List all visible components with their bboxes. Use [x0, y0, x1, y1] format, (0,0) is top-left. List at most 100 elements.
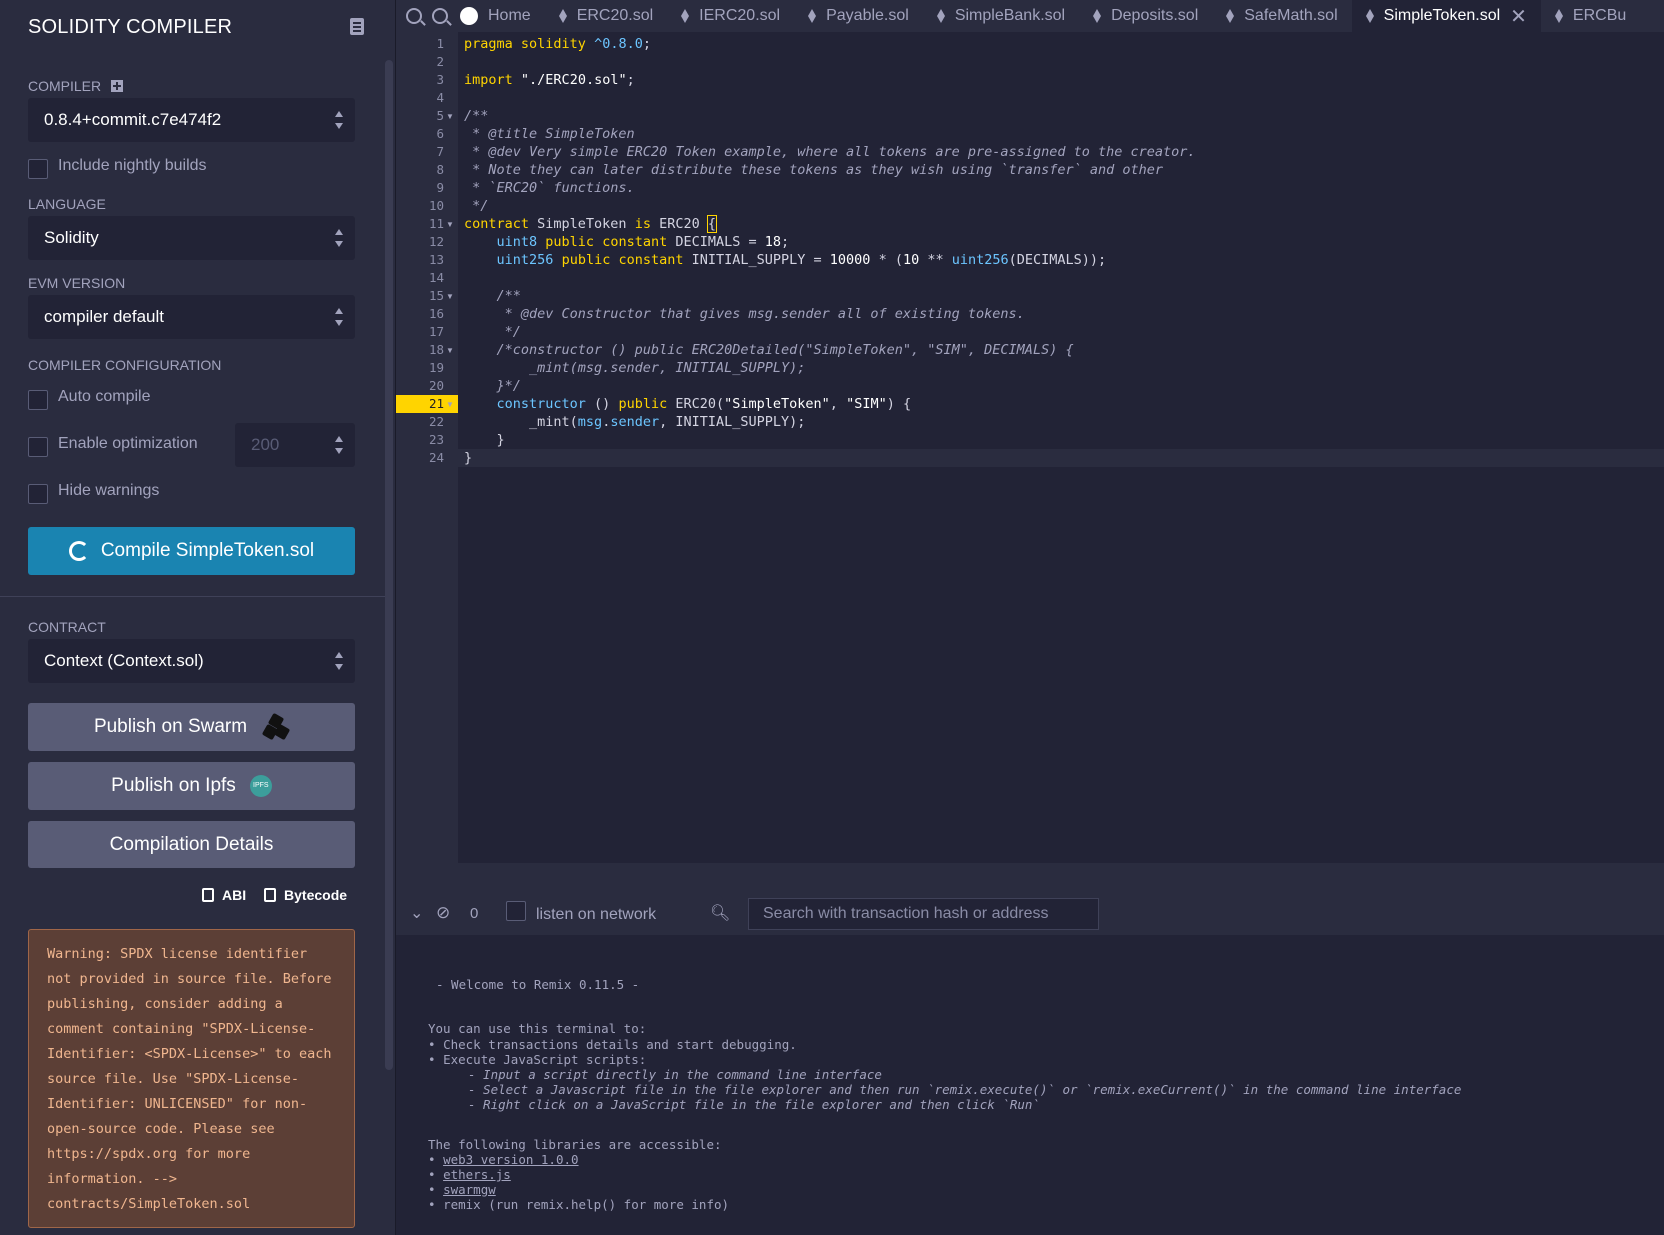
code-line: * `ERC20` functions. [464, 180, 635, 196]
panel-scrollbar[interactable] [385, 60, 393, 1070]
list-item: - Input a script directly in the command… [468, 1067, 882, 1082]
evm-version-select[interactable]: compiler default [28, 295, 355, 339]
publish-ipfs-button[interactable]: Publish on Ipfs IPFS [28, 762, 355, 810]
code-editor[interactable]: pragma solidity ^0.8.0; import "./ERC20.… [458, 32, 1664, 863]
line-number: 1 [436, 36, 444, 51]
tab-deposits[interactable]: Deposits.sol [1079, 0, 1212, 32]
terminal-search-input[interactable]: Search with transaction hash or address [748, 898, 1099, 930]
line-number: 18 [428, 342, 444, 357]
language-label: LANGUAGE [28, 196, 106, 212]
listen-network-label: listen on network [536, 906, 657, 923]
code-line: * @dev Constructor that gives msg.sender… [464, 306, 1025, 322]
compilation-details-button[interactable]: Compilation Details [28, 821, 355, 868]
publish-swarm-button[interactable]: Publish on Swarm [28, 703, 355, 751]
line-number: 11 [428, 216, 444, 231]
libraries-intro: The following libraries are accessible: [428, 1137, 722, 1152]
code-line: /** [464, 288, 521, 304]
line-number: 7 [436, 144, 444, 159]
line-number: 15 [428, 288, 444, 303]
optimization-runs-input[interactable]: 200 [235, 423, 355, 467]
line-number: 8 [436, 162, 444, 177]
compiler-config-label: COMPILER CONFIGURATION [28, 357, 222, 373]
tab-ierc20[interactable]: IERC20.sol [667, 0, 794, 32]
list-item: • Execute JavaScript scripts: [428, 1052, 647, 1067]
tab-simpletoken[interactable]: SimpleToken.sol ✕ [1351, 0, 1541, 32]
close-icon[interactable]: ✕ [1510, 4, 1527, 29]
listen-network-checkbox[interactable] [506, 901, 526, 921]
remix-ide: SOLIDITY COMPILER COMPILER 0.8.4+commit.… [0, 0, 1664, 1235]
tab-home[interactable]: Home [478, 0, 545, 32]
list-item: - Select a Javascript file in the file e… [468, 1082, 1462, 1097]
code-line: contract SimpleToken is ERC20 { [464, 215, 718, 233]
line-number: 17 [428, 324, 444, 339]
line-number-gutter: 1 2 3 4 5 ▼ 6 7 8 9 10 11 ▼ 12 13 14 15 ▼ 16 17 18 ▼ 19 20 21 ▼ 22… [396, 32, 458, 863]
list-item: • ethers.js [428, 1167, 511, 1182]
editor-tabs: Home ERC20.sol IERC20.sol Payable.sol Si… [396, 0, 1664, 32]
swarm-icon [261, 712, 291, 741]
current-line-highlight [458, 449, 1664, 467]
tab-simplebank[interactable]: SimpleBank.sol [923, 0, 1079, 32]
zoom-out-icon[interactable] [406, 8, 422, 24]
tab-payable[interactable]: Payable.sol [794, 0, 923, 32]
contract-select[interactable]: Context (Context.sol) [28, 639, 355, 683]
auto-compile-checkbox[interactable] [28, 390, 48, 410]
code-line: import "./ERC20.sol"; [464, 72, 635, 88]
line-number: 10 [428, 198, 444, 213]
code-line: uint256 public constant INITIAL_SUPPLY =… [496, 252, 1107, 268]
solidity-file-icon [1093, 9, 1102, 23]
documentation-icon[interactable] [350, 18, 364, 35]
select-arrows-icon [335, 111, 343, 129]
fold-arrow-icon[interactable]: ▼ [446, 292, 454, 301]
select-arrows-icon [335, 308, 343, 326]
fold-arrow-icon[interactable]: ▼ [446, 220, 454, 229]
solidity-file-icon [558, 9, 567, 23]
line-number: 22 [428, 414, 444, 429]
code-line: pragma solidity ^0.8.0; [464, 36, 651, 52]
list-item: • web3 version 1.0.0 [428, 1152, 579, 1167]
line-number: 19 [428, 360, 444, 375]
compiler-version-select[interactable]: 0.8.4+commit.c7e474f2 [28, 98, 355, 142]
web3-link[interactable]: web3 version 1.0.0 [443, 1152, 578, 1167]
clear-console-icon[interactable]: ⊘ [436, 903, 450, 923]
add-compiler-icon[interactable] [111, 80, 124, 92]
divider [0, 596, 386, 597]
tab-ercbu[interactable]: ERCBu [1541, 0, 1640, 32]
line-number: 16 [428, 306, 444, 321]
line-number: 6 [436, 126, 444, 141]
language-select[interactable]: Solidity [28, 216, 355, 260]
zoom-in-icon[interactable] [432, 8, 448, 24]
collapse-terminal-icon[interactable]: ⌄ [410, 903, 423, 923]
copy-icon [264, 888, 277, 902]
ethers-link[interactable]: ethers.js [443, 1167, 511, 1182]
line-number: 24 [428, 450, 444, 465]
code-line: * @dev Very simple ERC20 Token example, … [464, 144, 1196, 160]
panel-title: SOLIDITY COMPILER [28, 16, 233, 38]
list-item: • swarmgw [428, 1182, 496, 1197]
code-line: * Note they can later distribute these t… [464, 162, 1163, 178]
hide-warnings-checkbox[interactable] [28, 484, 48, 504]
fold-arrow-icon[interactable]: ▼ [446, 400, 454, 409]
bytecode-copy-button[interactable]: Bytecode [264, 887, 347, 903]
enable-optimization-label: Enable optimization [58, 435, 198, 452]
auto-compile-label: Auto compile [58, 388, 151, 405]
solidity-file-icon [1365, 9, 1374, 23]
fold-arrow-icon[interactable]: ▼ [446, 346, 454, 355]
code-line: _mint(msg.sender, INITIAL_SUPPLY); [464, 360, 806, 376]
solidity-file-icon [936, 9, 945, 23]
abi-bytecode-links: ABI Bytecode [202, 886, 361, 903]
enable-optimization-checkbox[interactable] [28, 437, 48, 457]
line-number: 13 [428, 252, 444, 267]
copy-icon [202, 888, 214, 902]
fold-arrow-icon[interactable]: ▼ [446, 112, 454, 121]
home-icon[interactable] [460, 7, 478, 25]
compile-button[interactable]: Compile SimpleToken.sol [28, 527, 355, 575]
nightly-builds-checkbox[interactable] [28, 159, 48, 179]
tab-erc20[interactable]: ERC20.sol [545, 0, 667, 32]
solidity-compiler-panel: SOLIDITY COMPILER COMPILER 0.8.4+commit.… [0, 0, 396, 1235]
abi-copy-button[interactable]: ABI [202, 887, 246, 903]
tab-safemath[interactable]: SafeMath.sol [1212, 0, 1351, 32]
list-item: • Check transactions details and start d… [428, 1037, 797, 1052]
line-number: 12 [428, 234, 444, 249]
swarmgw-link[interactable]: swarmgw [443, 1182, 496, 1197]
terminal-intro: You can use this terminal to: [428, 1021, 647, 1036]
